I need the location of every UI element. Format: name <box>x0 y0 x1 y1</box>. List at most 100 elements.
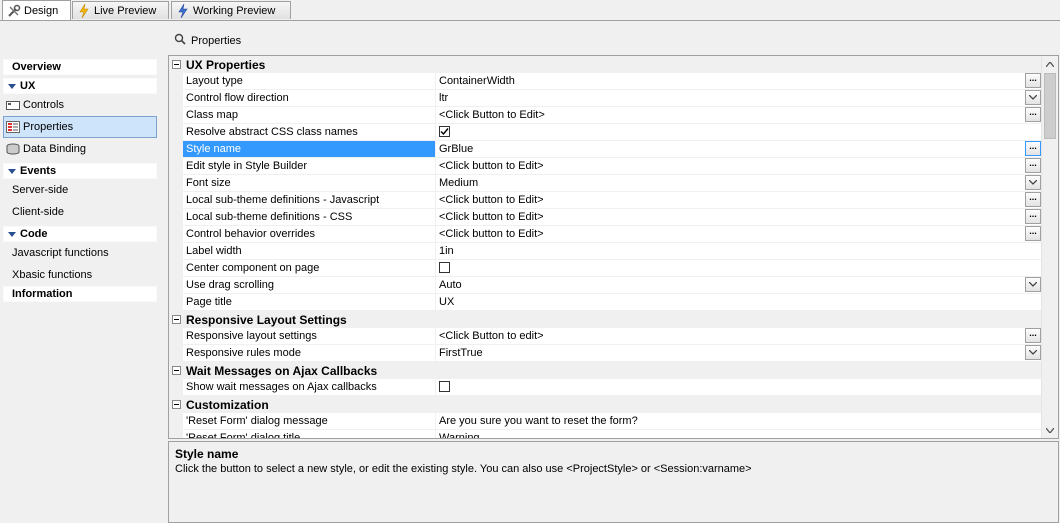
property-value[interactable]: <Click button to Edit>... <box>436 192 1042 208</box>
property-name[interactable]: Use drag scrolling <box>183 277 436 293</box>
dropdown-button[interactable] <box>1025 277 1041 292</box>
ellipsis-button[interactable]: ... <box>1025 192 1041 207</box>
property-value[interactable]: Auto <box>436 277 1042 293</box>
property-row-responsive-rules-mode[interactable]: Responsive rules mode FirstTrue <box>169 344 1042 362</box>
property-value[interactable]: Are you sure you want to reset the form? <box>436 413 1042 429</box>
category-wait-messages[interactable]: Wait Messages on Ajax Callbacks <box>169 362 1042 379</box>
property-row-font-size[interactable]: Font size Medium <box>169 174 1042 192</box>
property-value[interactable] <box>436 379 1042 395</box>
property-name[interactable]: Resolve abstract CSS class names <box>183 124 436 140</box>
checkbox[interactable] <box>439 262 450 273</box>
nav-item-client-side[interactable]: Client-side <box>0 201 160 223</box>
property-name[interactable]: Style name <box>183 141 436 157</box>
nav-item-properties[interactable]: Properties <box>3 116 157 138</box>
property-row-use-drag-scrolling[interactable]: Use drag scrolling Auto <box>169 276 1042 294</box>
dropdown-button[interactable] <box>1025 175 1041 190</box>
property-row-reset-form-dialog-title[interactable]: 'Reset Form' dialog title Warning <box>169 429 1042 438</box>
nav-overview[interactable]: Overview <box>3 59 157 75</box>
property-row-style-name[interactable]: Style name GrBlue... <box>169 140 1042 158</box>
checkbox-checked[interactable] <box>439 126 450 137</box>
nav-events-section[interactable]: Events <box>3 163 157 179</box>
property-row-control-flow-direction[interactable]: Control flow direction ltr <box>169 89 1042 107</box>
collapse-icon[interactable] <box>172 60 181 69</box>
ellipsis-button[interactable]: ... <box>1025 107 1041 122</box>
property-value[interactable]: FirstTrue <box>436 345 1042 361</box>
nav-ux-section[interactable]: UX <box>3 78 157 94</box>
property-value[interactable]: <Click button to Edit>... <box>436 158 1042 174</box>
property-name[interactable]: Class map <box>183 107 436 123</box>
property-value[interactable]: <Click button to Edit>... <box>436 209 1042 225</box>
property-value[interactable]: ContainerWidth... <box>436 73 1042 89</box>
nav-code-section[interactable]: Code <box>3 226 157 242</box>
nav-item-data-binding[interactable]: Data Binding <box>0 138 160 160</box>
collapse-icon[interactable] <box>172 400 181 409</box>
scroll-up-arrow-icon[interactable] <box>1042 56 1058 72</box>
dropdown-button[interactable] <box>1025 90 1041 105</box>
ellipsis-button[interactable]: ... <box>1025 141 1041 156</box>
property-value[interactable]: ltr <box>436 90 1042 106</box>
property-row-show-wait-messages-on-ajax-callbacks[interactable]: Show wait messages on Ajax callbacks <box>169 378 1042 396</box>
property-row-layout-type[interactable]: Layout type ContainerWidth... <box>169 72 1042 90</box>
scroll-down-arrow-icon[interactable] <box>1042 422 1058 438</box>
tab-live-preview[interactable]: Live Preview <box>72 1 169 19</box>
property-row-reset-form-dialog-message[interactable]: 'Reset Form' dialog message Are you sure … <box>169 412 1042 430</box>
collapse-icon[interactable] <box>172 366 181 375</box>
property-row-local-sub-theme-definitions-css[interactable]: Local sub-theme definitions - CSS <Click … <box>169 208 1042 226</box>
collapse-icon[interactable] <box>172 315 181 324</box>
vertical-scrollbar[interactable] <box>1041 56 1058 438</box>
nav-information[interactable]: Information <box>3 286 157 302</box>
property-value[interactable]: Medium <box>436 175 1042 191</box>
property-name[interactable]: Responsive rules mode <box>183 345 436 361</box>
property-row-edit-style-in-style-builder[interactable]: Edit style in Style Builder <Click button… <box>169 157 1042 175</box>
property-value[interactable]: Warning <box>436 430 1042 438</box>
property-value[interactable]: 1in <box>436 243 1042 259</box>
property-value[interactable] <box>436 124 1042 140</box>
property-value[interactable]: <Click button to Edit>... <box>436 226 1042 242</box>
property-value[interactable]: UX <box>436 294 1042 310</box>
property-row-local-sub-theme-definitions-javascript[interactable]: Local sub-theme definitions - Javascript… <box>169 191 1042 209</box>
nav-item-xbasic-functions[interactable]: Xbasic functions <box>0 264 160 286</box>
property-name[interactable]: Center component on page <box>183 260 436 276</box>
property-name[interactable]: Layout type <box>183 73 436 89</box>
property-name[interactable]: 'Reset Form' dialog title <box>183 430 436 438</box>
property-name[interactable]: Local sub-theme definitions - CSS <box>183 209 436 225</box>
property-name[interactable]: Control flow direction <box>183 90 436 106</box>
property-name[interactable]: Responsive layout settings <box>183 328 436 344</box>
property-name[interactable]: Page title <box>183 294 436 310</box>
property-name[interactable]: 'Reset Form' dialog message <box>183 413 436 429</box>
property-value[interactable]: GrBlue... <box>436 141 1042 157</box>
ellipsis-button[interactable]: ... <box>1025 158 1041 173</box>
dropdown-button[interactable] <box>1025 345 1041 360</box>
property-row-label-width[interactable]: Label width 1in <box>169 242 1042 260</box>
property-name[interactable]: Control behavior overrides <box>183 226 436 242</box>
category-responsive-layout[interactable]: Responsive Layout Settings <box>169 311 1042 328</box>
property-value[interactable] <box>436 260 1042 276</box>
nav-item-javascript-functions[interactable]: Javascript functions <box>0 242 160 264</box>
category-customization[interactable]: Customization <box>169 396 1042 413</box>
nav-item-server-side[interactable]: Server-side <box>0 179 160 201</box>
scrollbar-thumb[interactable] <box>1044 73 1056 139</box>
property-name[interactable]: Font size <box>183 175 436 191</box>
property-name[interactable]: Local sub-theme definitions - Javascript <box>183 192 436 208</box>
ellipsis-button[interactable]: ... <box>1025 328 1041 343</box>
property-row-resolve-abstract-css-class-names[interactable]: Resolve abstract CSS class names <box>169 123 1042 141</box>
property-value[interactable]: <Click Button to edit>... <box>436 328 1042 344</box>
ellipsis-button[interactable]: ... <box>1025 226 1041 241</box>
ux-properties-rows: Layout type ContainerWidth... Control flow… <box>169 72 1042 311</box>
property-name[interactable]: Edit style in Style Builder <box>183 158 436 174</box>
checkbox[interactable] <box>439 381 450 392</box>
ellipsis-button[interactable]: ... <box>1025 73 1041 88</box>
category-ux-properties[interactable]: UX Properties <box>169 56 1042 73</box>
property-name[interactable]: Label width <box>183 243 436 259</box>
tab-design[interactable]: Design <box>2 0 71 20</box>
ellipsis-button[interactable]: ... <box>1025 209 1041 224</box>
property-row-class-map[interactable]: Class map <Click Button to Edit>... <box>169 106 1042 124</box>
property-name[interactable]: Show wait messages on Ajax callbacks <box>183 379 436 395</box>
tab-working-preview[interactable]: Working Preview <box>171 1 291 19</box>
property-row-responsive-layout-settings[interactable]: Responsive layout settings <Click Button … <box>169 327 1042 345</box>
property-row-control-behavior-overrides[interactable]: Control behavior overrides <Click button … <box>169 225 1042 243</box>
property-row-page-title[interactable]: Page title UX <box>169 293 1042 311</box>
property-value[interactable]: <Click Button to Edit>... <box>436 107 1042 123</box>
nav-item-controls[interactable]: Controls <box>0 94 160 116</box>
property-row-center-component-on-page[interactable]: Center component on page <box>169 259 1042 277</box>
